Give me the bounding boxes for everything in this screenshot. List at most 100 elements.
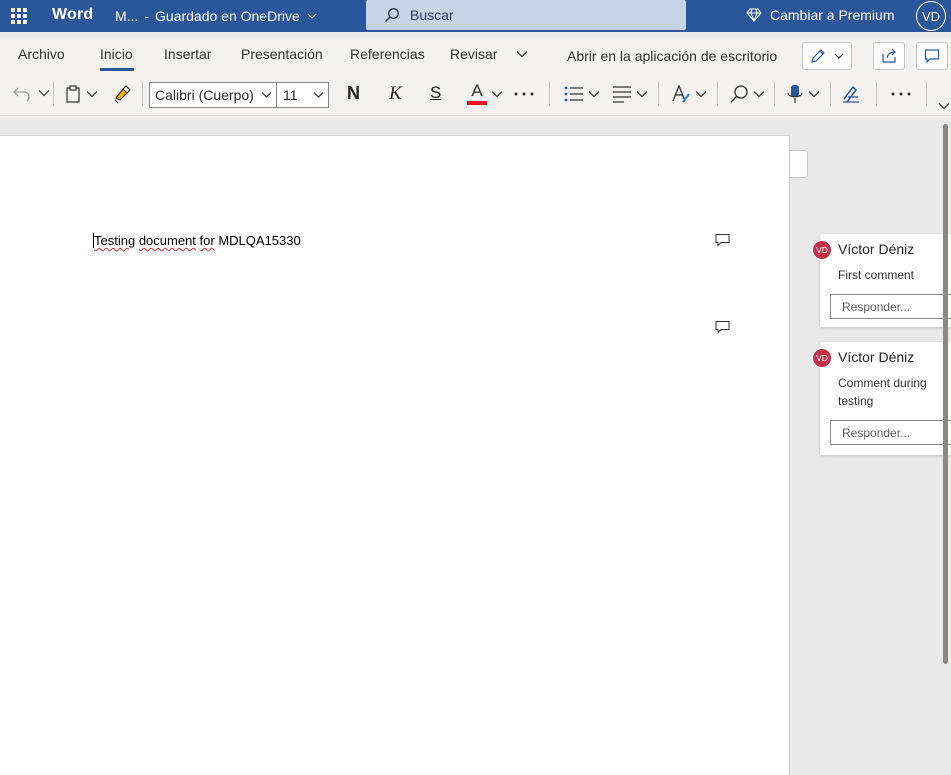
document-name: M...: [115, 8, 139, 24]
underline-label: S: [430, 83, 442, 102]
reply-input[interactable]: Responder...: [830, 294, 951, 319]
text-word-spellcheck: for: [199, 233, 215, 248]
toolbar-divider: [658, 82, 659, 106]
active-tab-indicator: [100, 68, 134, 71]
more-options-button[interactable]: [891, 92, 911, 96]
font-color-button[interactable]: A: [467, 82, 503, 105]
undo-icon: [13, 87, 30, 102]
comment-card[interactable]: VD Víctor Déniz First comment Responder.…: [812, 234, 951, 327]
chevron-down-icon: [808, 91, 820, 98]
font-color-icon: A: [467, 82, 487, 105]
bullets-button[interactable]: [564, 85, 600, 103]
reply-input[interactable]: Responder...: [830, 420, 951, 445]
more-icon: [514, 92, 534, 96]
more-font-options-button[interactable]: [514, 92, 534, 96]
font-size-value: 11: [283, 87, 298, 103]
tab-inicio[interactable]: Inicio: [100, 46, 133, 62]
tab-insertar[interactable]: Insertar: [164, 46, 211, 62]
bullets-icon: [564, 86, 583, 102]
toolbar-divider: [717, 82, 718, 106]
share-button[interactable]: [873, 42, 905, 70]
chevron-down-icon: [636, 91, 648, 98]
chevron-down-icon: [38, 90, 50, 97]
comment-icon: [924, 49, 940, 64]
menu-bar: Archivo Inicio Insertar Presentación Ref…: [0, 38, 951, 72]
toolbar-divider: [830, 82, 831, 106]
search-icon: [384, 7, 400, 23]
margin-comment-icon[interactable]: [715, 233, 730, 247]
text-word-spellcheck: document: [138, 233, 196, 248]
tab-revisar[interactable]: Revisar: [450, 46, 497, 62]
comment-avatar: VD: [812, 240, 832, 260]
expand-ribbon-icon: [938, 103, 950, 110]
diamond-icon: [746, 8, 762, 22]
font-size-dropdown[interactable]: 11: [277, 82, 329, 108]
find-icon: [730, 85, 748, 103]
open-desktop-app-link[interactable]: Abrir en la aplicación de escritorio: [567, 48, 777, 64]
editor-button[interactable]: [841, 84, 861, 104]
toolbar-divider: [53, 82, 54, 106]
tab-presentacion[interactable]: Presentación: [241, 46, 323, 62]
vertical-scrollbar[interactable]: [940, 120, 951, 768]
search-box[interactable]: [366, 0, 686, 30]
dictate-button[interactable]: [786, 84, 820, 104]
comment-avatar: VD: [812, 348, 832, 368]
chevron-down-icon: [834, 53, 844, 59]
comment-card[interactable]: VD Víctor Déniz Comment during testing R…: [812, 342, 951, 455]
premium-label: Cambiar a Premium: [770, 7, 895, 23]
ribbon-toolbar: Calibri (Cuerpo) 11 N K S A: [0, 72, 951, 116]
comments-button[interactable]: [916, 42, 948, 70]
paste-button[interactable]: [64, 84, 98, 104]
comment-text: Comment during testing: [838, 376, 927, 408]
styles-icon: [672, 84, 690, 103]
format-painter-button[interactable]: [112, 84, 132, 104]
toolbar-divider: [876, 82, 877, 106]
tab-archivo[interactable]: Archivo: [18, 46, 65, 62]
dictate-icon: [787, 85, 803, 103]
app-launcher-icon[interactable]: [11, 8, 27, 24]
comment-text: First comment: [838, 268, 915, 282]
paste-icon: [66, 85, 80, 103]
editing-mode-button[interactable]: [802, 42, 852, 70]
font-color-label: A: [471, 81, 483, 100]
premium-button[interactable]: Cambiar a Premium: [746, 7, 894, 23]
toolbar-divider: [549, 82, 550, 106]
find-button[interactable]: [729, 84, 765, 104]
scrollbar-thumb[interactable]: [943, 124, 948, 664]
tab-referencias[interactable]: Referencias: [350, 46, 425, 62]
search-input[interactable]: [410, 7, 650, 23]
undo-button[interactable]: [12, 84, 50, 102]
text-word: Testing: [94, 233, 136, 248]
toolbar-divider: [774, 82, 775, 106]
document-page[interactable]: Testing document for MDLQA15330: [0, 135, 790, 775]
chevron-down-icon: [695, 91, 707, 98]
align-button[interactable]: [612, 85, 648, 103]
document-name-area[interactable]: M... - Guardado en OneDrive: [115, 8, 317, 24]
document-workspace: Testing document for MDLQA15330 VD Vícto…: [0, 116, 951, 775]
bold-button[interactable]: N: [347, 83, 360, 104]
chevron-down-icon: [313, 92, 324, 98]
italic-button[interactable]: K: [389, 83, 402, 105]
pencil-icon: [811, 49, 825, 63]
margin-comment-icon[interactable]: [715, 320, 730, 334]
comment-author: Víctor Déniz: [838, 349, 915, 365]
more-tabs-chevron-icon[interactable]: [516, 50, 528, 58]
font-name-value: Calibri (Cuerpo): [155, 87, 254, 103]
text-word: MDLQA15330: [214, 233, 301, 248]
toolbar-divider: [926, 82, 927, 106]
user-avatar[interactable]: VD: [916, 1, 946, 31]
expand-ribbon-button[interactable]: [938, 102, 950, 110]
underline-button[interactable]: S: [430, 83, 441, 103]
title-bar: Word M... - Guardado en OneDrive Cambiar…: [0, 0, 951, 32]
font-name-dropdown[interactable]: Calibri (Cuerpo): [149, 82, 277, 108]
chevron-down-icon: [86, 91, 98, 98]
toolbar-divider: [142, 82, 143, 106]
styles-button[interactable]: [671, 84, 707, 104]
font-color-swatch: [467, 101, 487, 105]
document-body-text[interactable]: Testing document for MDLQA15330: [93, 233, 301, 248]
title-separator: -: [144, 8, 150, 24]
editor-icon: [843, 85, 859, 103]
chevron-down-icon: [588, 91, 600, 98]
save-status: Guardado en OneDrive: [155, 8, 300, 24]
app-name[interactable]: Word: [52, 6, 93, 24]
